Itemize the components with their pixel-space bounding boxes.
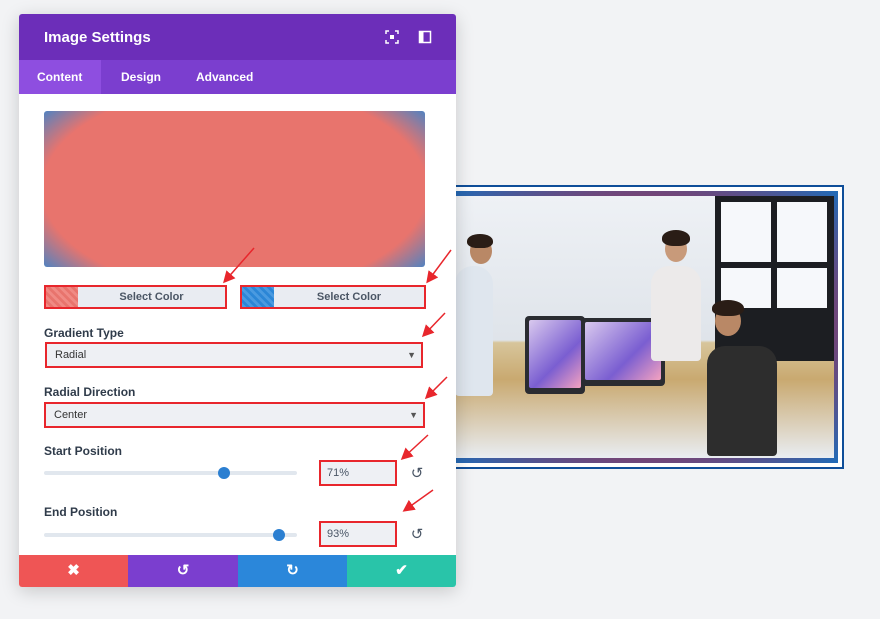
gradient-type-value: Radial [55,349,87,361]
gradient-preview [44,111,425,267]
gradient-color-1-picker[interactable]: Select Color [44,285,227,309]
monitor [525,316,585,394]
color-swatch-2[interactable] [242,287,274,307]
image-preview-frame [445,185,844,469]
tab-advanced[interactable]: Advanced [178,60,268,94]
image-settings-modal: Image Settings Content Design Advanced S… [19,14,456,587]
chevron-down-icon: ▼ [407,350,416,360]
office-photo [455,196,834,458]
start-position-slider-handle[interactable] [217,467,230,479]
gradient-type-label: Gradient Type [44,326,124,340]
redo-button[interactable]: ↻ [238,555,347,587]
select-color-label: Select Color [119,291,184,303]
end-position-label: End Position [44,505,118,519]
start-position-label: Start Position [44,444,123,458]
cancel-button[interactable]: ✖ [19,555,128,587]
select-color-label: Select Color [316,291,382,303]
modal-title: Image Settings [44,29,151,46]
tab-design[interactable]: Design [103,60,175,94]
tab-content[interactable]: Content [19,60,101,94]
check-icon: ✔ [395,562,408,579]
radial-direction-label: Radial Direction [44,385,136,399]
start-position-slider-track[interactable] [44,471,297,475]
radial-direction-select[interactable]: Center ▼ [44,402,425,428]
undo-icon: ↺ [176,562,190,579]
reset-icon[interactable]: ↺ [409,466,425,482]
office-window [715,196,834,361]
reset-icon[interactable]: ↺ [409,527,425,543]
gradient-color-2-picker[interactable]: Select Color [240,285,426,309]
redo-icon: ↻ [286,562,299,579]
undo-button[interactable]: ↺ [128,555,238,587]
end-position-slider-handle[interactable] [273,529,286,541]
chevron-down-icon: ▼ [409,410,418,420]
focus-icon[interactable] [385,30,399,44]
sidebar-layout-icon[interactable] [418,30,432,44]
close-icon: ✖ [67,562,80,579]
end-position-input[interactable]: 93% [319,521,397,547]
radial-direction-value: Center [54,409,88,421]
color-swatch-1[interactable] [46,287,78,307]
end-position-slider-track[interactable] [44,533,297,537]
tab-bar: Content Design Advanced [19,60,456,94]
start-position-input[interactable]: 71% [319,460,397,486]
gradient-type-select[interactable]: Radial ▼ [45,342,423,368]
save-button[interactable]: ✔ [347,555,456,587]
modal-header: Image Settings [19,14,456,60]
